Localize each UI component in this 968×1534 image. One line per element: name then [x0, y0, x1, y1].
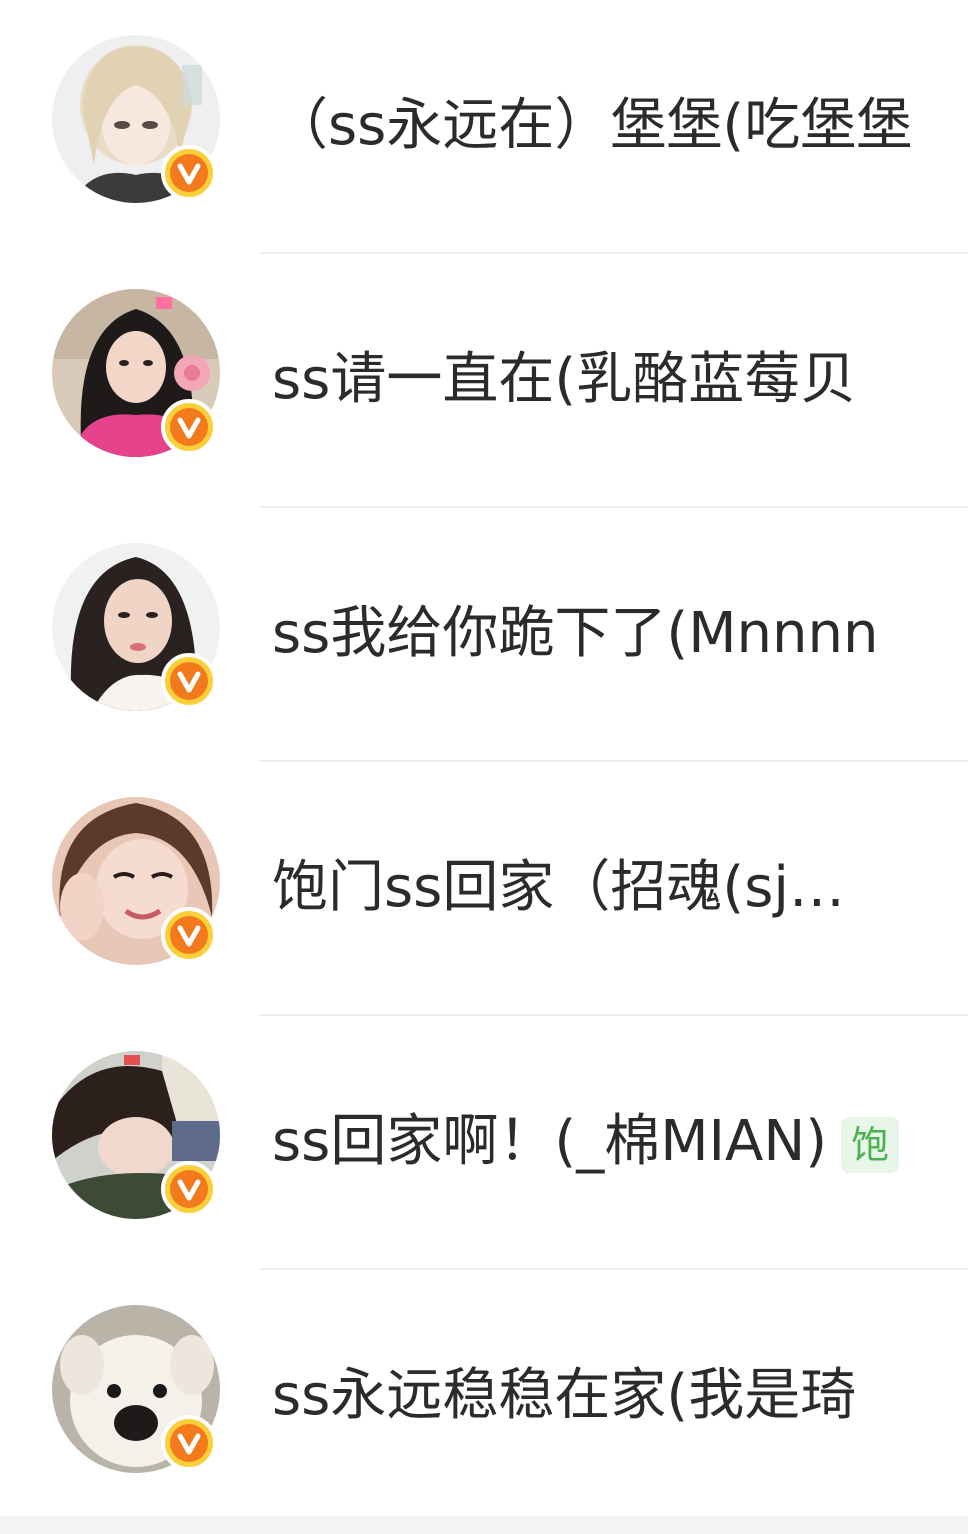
member-name[interactable]: ss永远稳稳在家(我是琦 [272, 1356, 968, 1436]
member-row[interactable]: ss永远稳稳在家(我是琦 [0, 1270, 968, 1524]
verified-v-icon [161, 1161, 217, 1217]
member-name[interactable]: ss请一直在(乳酪蓝莓贝 [272, 340, 968, 420]
member-row[interactable]: 饱门ss回家（招魂(sj… [0, 762, 968, 1016]
member-name[interactable]: （ss永远在）堡堡(吃堡堡 [272, 86, 968, 166]
member-name-text: ss回家啊！(_棉MIAN) [272, 1109, 828, 1174]
verified-v-icon [161, 653, 217, 709]
verified-v-icon [161, 145, 217, 201]
member-name[interactable]: ss回家啊！(_棉MIAN) 饱 [272, 1102, 968, 1182]
member-list: （ss永远在）堡堡(吃堡堡 ss请一直在(乳酪蓝莓贝 ss我给你跪下了(Mnnn… [0, 0, 968, 1516]
member-name[interactable]: 饱门ss回家（招魂(sj… [272, 848, 968, 928]
verified-v-icon [161, 399, 217, 455]
member-row[interactable]: ss请一直在(乳酪蓝莓贝 [0, 254, 968, 508]
member-row[interactable]: ss我给你跪下了(Mnnnn [0, 508, 968, 762]
avatar-container[interactable] [52, 1305, 220, 1473]
member-row[interactable]: （ss永远在）堡堡(吃堡堡 [0, 0, 968, 254]
member-name[interactable]: ss我给你跪下了(Mnnnn [272, 594, 968, 674]
member-row[interactable]: ss回家啊！(_棉MIAN) 饱 [0, 1016, 968, 1270]
avatar-container[interactable] [52, 797, 220, 965]
verified-v-icon [161, 907, 217, 963]
verified-v-icon [161, 1415, 217, 1471]
avatar-container[interactable] [52, 289, 220, 457]
member-tag: 饱 [841, 1116, 900, 1173]
avatar-container[interactable] [52, 1051, 220, 1219]
bottom-separator [0, 1516, 968, 1534]
avatar-container[interactable] [52, 35, 220, 203]
avatar-container[interactable] [52, 543, 220, 711]
